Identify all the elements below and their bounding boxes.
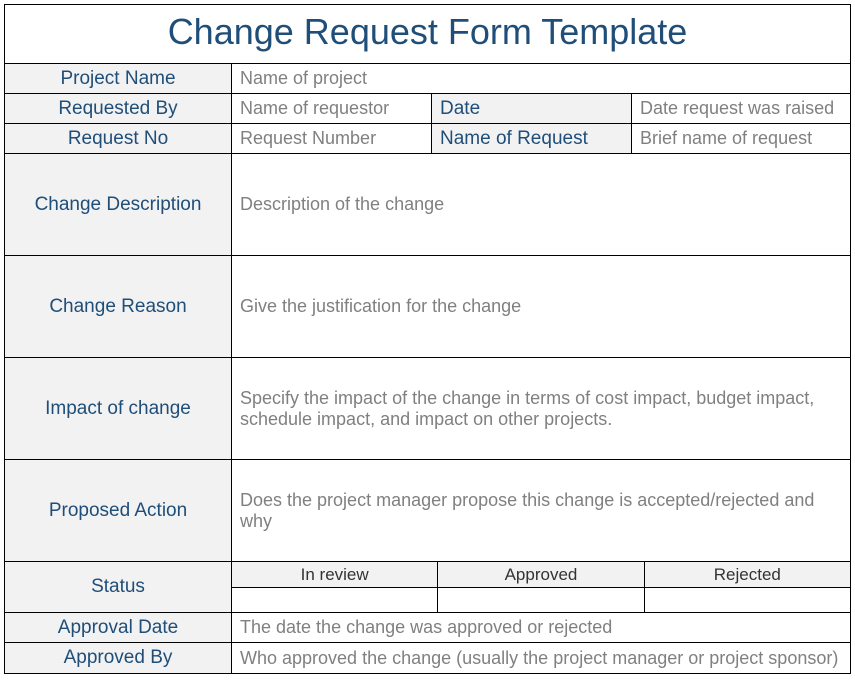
status-option-approved: Approved — [438, 562, 644, 587]
value-change-reason[interactable]: Give the justification for the change — [232, 256, 850, 357]
status-option-rejected: Rejected — [645, 562, 850, 587]
status-cell-approved[interactable] — [438, 588, 644, 612]
value-approval-date[interactable]: The date the change was approved or reje… — [232, 613, 850, 642]
label-change-reason: Change Reason — [5, 256, 232, 357]
label-request-no: Request No — [5, 124, 232, 153]
status-cell-in-review[interactable] — [232, 588, 438, 612]
label-name-of-request: Name of Request — [432, 124, 632, 153]
change-request-form: Change Request Form Template Project Nam… — [4, 4, 851, 674]
label-date: Date — [432, 94, 632, 123]
label-change-description: Change Description — [5, 154, 232, 255]
form-title: Change Request Form Template — [5, 11, 850, 53]
label-approval-date: Approval Date — [5, 613, 232, 642]
value-change-description[interactable]: Description of the change — [232, 154, 850, 255]
row-project-name: Project Name Name of project — [5, 64, 850, 94]
row-approved-by: Approved By Who approved the change (usu… — [5, 643, 850, 673]
value-impact-of-change[interactable]: Specify the impact of the change in term… — [232, 358, 850, 459]
label-project-name: Project Name — [5, 64, 232, 93]
label-approved-by: Approved By — [5, 643, 232, 673]
value-proposed-action[interactable]: Does the project manager propose this ch… — [232, 460, 850, 561]
row-change-description: Change Description Description of the ch… — [5, 154, 850, 256]
value-approved-by[interactable]: Who approved the change (usually the pro… — [232, 643, 850, 673]
row-requested-by: Requested By Name of requestor Date Date… — [5, 94, 850, 124]
value-requested-by[interactable]: Name of requestor — [232, 94, 432, 123]
title-row: Change Request Form Template — [5, 5, 850, 64]
status-option-in-review: In review — [232, 562, 438, 587]
label-status: Status — [5, 562, 232, 612]
value-name-of-request[interactable]: Brief name of request — [632, 124, 850, 153]
row-request-no: Request No Request Number Name of Reques… — [5, 124, 850, 154]
status-cell-rejected[interactable] — [645, 588, 850, 612]
value-project-name[interactable]: Name of project — [232, 64, 850, 93]
label-requested-by: Requested By — [5, 94, 232, 123]
row-change-reason: Change Reason Give the justification for… — [5, 256, 850, 358]
value-date[interactable]: Date request was raised — [632, 94, 850, 123]
row-proposed-action: Proposed Action Does the project manager… — [5, 460, 850, 562]
status-grid: In review Approved Rejected — [232, 562, 850, 612]
label-proposed-action: Proposed Action — [5, 460, 232, 561]
row-impact-of-change: Impact of change Specify the impact of t… — [5, 358, 850, 460]
label-impact-of-change: Impact of change — [5, 358, 232, 459]
status-value-row — [232, 588, 850, 612]
value-request-no[interactable]: Request Number — [232, 124, 432, 153]
row-approval-date: Approval Date The date the change was ap… — [5, 613, 850, 643]
status-header-row: In review Approved Rejected — [232, 562, 850, 588]
row-status: Status In review Approved Rejected — [5, 562, 850, 613]
